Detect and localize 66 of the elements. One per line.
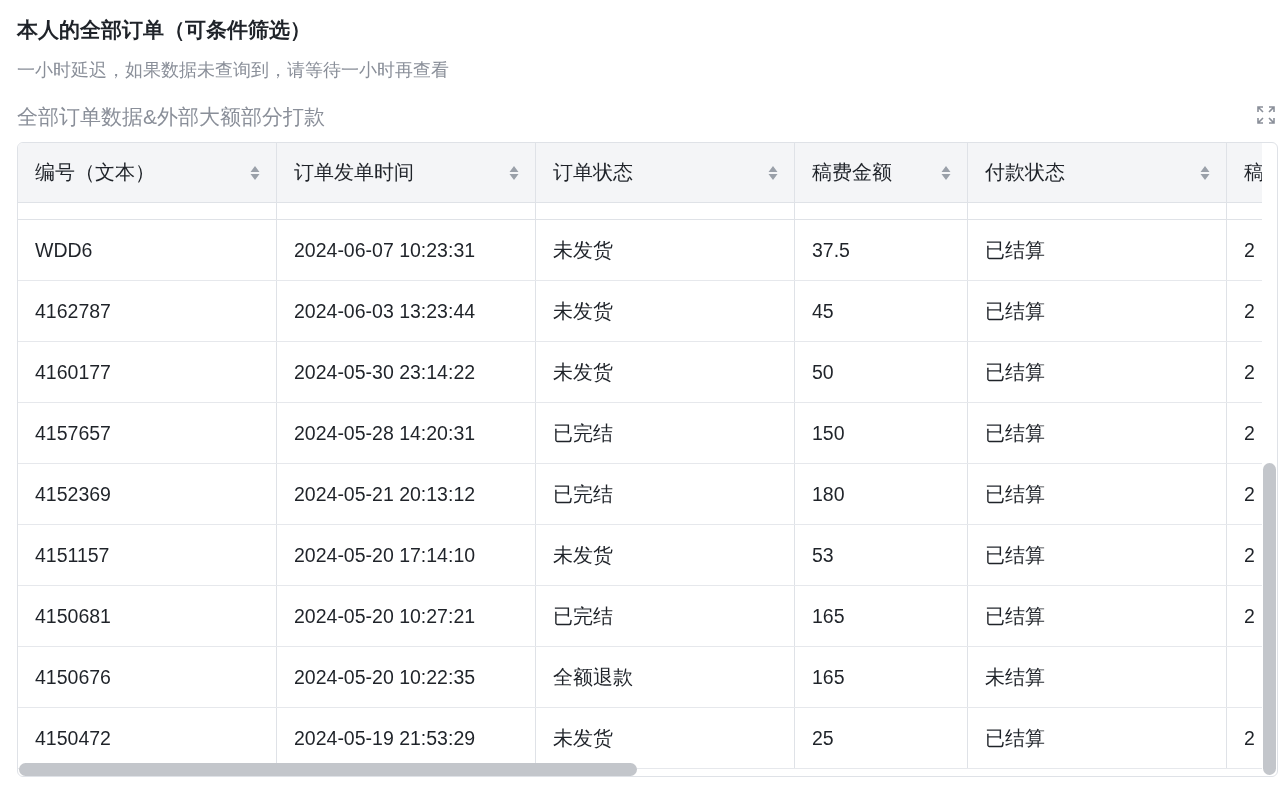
table-cell: 未发货 bbox=[536, 342, 795, 402]
table-cell: 2024-05-30 23:14:22 bbox=[277, 342, 536, 402]
table-cell: 165 bbox=[795, 586, 968, 646]
table-cell: 4162787 bbox=[18, 281, 277, 341]
table-cell-text: 2 bbox=[1243, 603, 1256, 629]
table-cell-text: 2 bbox=[1243, 420, 1256, 446]
table-cell: 未结算 bbox=[968, 647, 1227, 707]
table-cell: 2024-06-03 13:23:44 bbox=[277, 281, 536, 341]
table-cell: 4151157 bbox=[18, 525, 277, 585]
table-cell: 未发货 bbox=[536, 281, 795, 341]
table-cell: 45 bbox=[795, 281, 968, 341]
column-header[interactable]: 付款状态 bbox=[968, 143, 1227, 202]
page-title: 本人的全部订单（可条件筛选） bbox=[17, 17, 312, 43]
table-cell: 4152369 bbox=[18, 464, 277, 524]
sort-icon[interactable] bbox=[1200, 164, 1210, 181]
table-cell: 2024-05-20 10:27:21 bbox=[277, 586, 536, 646]
table-cell: 已结算 bbox=[968, 464, 1227, 524]
table-cell: 未发货 bbox=[536, 525, 795, 585]
table-cell: 已结算 bbox=[968, 220, 1227, 280]
table-cell: 未发货 bbox=[536, 220, 795, 280]
table-cell: 已结算 bbox=[968, 403, 1227, 463]
table-cell: 全额退款 bbox=[536, 647, 795, 707]
table-cell-text: 2 bbox=[1243, 725, 1256, 751]
table-cell: 25 bbox=[795, 708, 968, 768]
table-cell: 4150681 bbox=[18, 586, 277, 646]
table-cell: 37.5 bbox=[795, 220, 968, 280]
table-cell: 53 bbox=[795, 525, 968, 585]
table-cell: 2024-05-20 10:22:35 bbox=[277, 647, 536, 707]
table-cell-text: 2 bbox=[1243, 481, 1256, 507]
table-cell: 已结算 bbox=[968, 281, 1227, 341]
table-cell: WDD6 bbox=[18, 220, 277, 280]
table-cell-text: 2 bbox=[1243, 542, 1256, 568]
table-cell-text: 2 bbox=[1243, 298, 1256, 324]
table-cell: 已结算 bbox=[968, 586, 1227, 646]
table-cell: 已完结 bbox=[536, 403, 795, 463]
column-header[interactable]: 编号（文本） bbox=[18, 143, 277, 202]
table-cell: 180 bbox=[795, 464, 968, 524]
column-header[interactable]: 订单发单时间 bbox=[277, 143, 536, 202]
column-header[interactable]: 订单状态 bbox=[536, 143, 795, 202]
vertical-scrollbar[interactable] bbox=[1263, 463, 1276, 775]
table-cell: 2024-05-28 14:20:31 bbox=[277, 403, 536, 463]
table-cell: 4160177 bbox=[18, 342, 277, 402]
table-cell: 已结算 bbox=[968, 525, 1227, 585]
table-cell: 已完结 bbox=[536, 586, 795, 646]
sort-icon[interactable] bbox=[941, 164, 951, 181]
table-cell: 2024-05-21 20:13:12 bbox=[277, 464, 536, 524]
table-cell: 2024-06-07 10:23:31 bbox=[277, 220, 536, 280]
sort-icon[interactable] bbox=[250, 164, 260, 181]
column-header[interactable]: 稿费金额 bbox=[795, 143, 968, 202]
sort-icon[interactable] bbox=[509, 164, 519, 181]
page-subtitle: 一小时延迟，如果数据未查询到，请等待一小时再查看 bbox=[17, 59, 450, 82]
table-cell: 50 bbox=[795, 342, 968, 402]
table-cell-text: 2 bbox=[1243, 359, 1256, 385]
section-title: 全部订单数据&外部大额部分打款 bbox=[17, 104, 325, 130]
table-cell: 已完结 bbox=[536, 464, 795, 524]
horizontal-scrollbar[interactable] bbox=[19, 763, 637, 776]
table-cell-text: 2 bbox=[1243, 237, 1256, 263]
table-cell: 4150676 bbox=[18, 647, 277, 707]
table-cell: 已结算 bbox=[968, 708, 1227, 768]
table-cell: 150 bbox=[795, 403, 968, 463]
sort-icon[interactable] bbox=[768, 164, 778, 181]
table-cell: 165 bbox=[795, 647, 968, 707]
table-cell: 已结算 bbox=[968, 342, 1227, 402]
table-cell: 4157657 bbox=[18, 403, 277, 463]
expand-icon[interactable] bbox=[1256, 105, 1276, 125]
table-cell: 2024-05-20 17:14:10 bbox=[277, 525, 536, 585]
